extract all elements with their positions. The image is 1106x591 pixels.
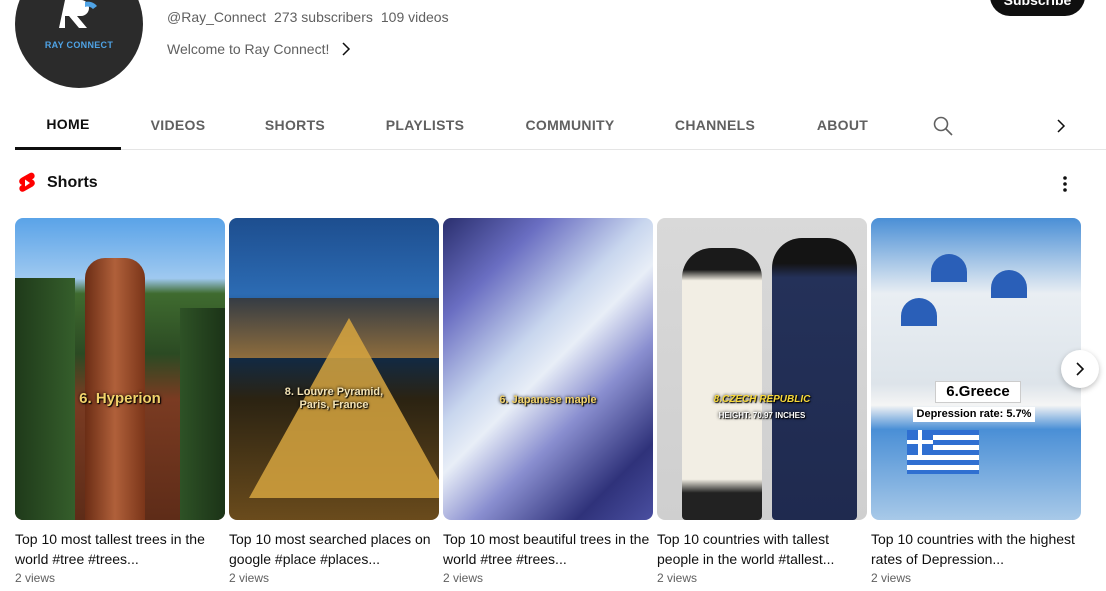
chevron-right-icon bbox=[1076, 362, 1085, 376]
subscribe-button[interactable]: Subscribe bbox=[990, 0, 1085, 16]
short-card[interactable]: 8. Louvre Pyramid, Paris, France Top 10 … bbox=[229, 218, 439, 585]
shorts-logo-icon bbox=[19, 172, 35, 192]
short-views: 2 views bbox=[229, 571, 270, 585]
subscriber-count: 273 subscribers bbox=[274, 9, 373, 25]
tab-home[interactable]: HOME bbox=[15, 100, 121, 150]
tab-shorts[interactable]: SHORTS bbox=[240, 100, 350, 150]
short-thumbnail[interactable]: 6. Hyperion bbox=[15, 218, 225, 520]
channel-avatar[interactable]: RAY CONNECT bbox=[15, 0, 143, 88]
short-title[interactable]: Top 10 most beautiful trees in the world… bbox=[443, 529, 653, 569]
short-title[interactable]: Top 10 most searched places on google #p… bbox=[229, 529, 439, 569]
short-views: 2 views bbox=[443, 571, 484, 585]
shelf-next-button[interactable] bbox=[1061, 350, 1099, 388]
channel-brand-text: RAY CONNECT bbox=[44, 40, 114, 50]
short-title[interactable]: Top 10 countries with the highest rates … bbox=[871, 529, 1081, 569]
search-icon[interactable] bbox=[932, 115, 954, 137]
short-views: 2 views bbox=[15, 571, 56, 585]
tab-videos[interactable]: VIDEOS bbox=[123, 100, 233, 150]
short-card[interactable]: 8.CZECH REPUBLIC HEIGHT: 70.97 INCHES To… bbox=[657, 218, 867, 585]
short-views: 2 views bbox=[657, 571, 698, 585]
tab-about[interactable]: ABOUT bbox=[795, 100, 890, 150]
channel-handle: @Ray_Connect bbox=[167, 9, 267, 25]
thumbnail-caption-secondary: HEIGHT: 70.97 INCHES bbox=[718, 411, 806, 420]
greece-flag bbox=[907, 430, 979, 474]
more-vert-icon[interactable] bbox=[1054, 173, 1076, 195]
short-thumbnail[interactable]: 6.Greece Depression rate: 5.7% bbox=[871, 218, 1081, 520]
channel-tabs: HOME VIDEOS SHORTS PLAYLISTS COMMUNITY C… bbox=[15, 100, 1106, 150]
tab-playlists[interactable]: PLAYLISTS bbox=[365, 100, 485, 150]
thumbnail-caption: 6. Japanese maple bbox=[499, 394, 597, 406]
chevron-right-icon[interactable] bbox=[1050, 115, 1072, 137]
short-card[interactable]: 6. Japanese maple Top 10 most beautiful … bbox=[443, 218, 653, 585]
short-title[interactable]: Top 10 countries with tallest people in … bbox=[657, 529, 867, 569]
short-card[interactable]: 6. Hyperion Top 10 most tallest trees in… bbox=[15, 218, 225, 585]
tab-channels[interactable]: CHANNELS bbox=[660, 100, 770, 150]
short-thumbnail[interactable]: 8.CZECH REPUBLIC HEIGHT: 70.97 INCHES bbox=[657, 218, 867, 520]
thumbnail-caption: 8.CZECH REPUBLIC bbox=[713, 394, 811, 405]
short-card[interactable]: 6.Greece Depression rate: 5.7% Top 10 co… bbox=[871, 218, 1081, 585]
short-views: 2 views bbox=[871, 571, 912, 585]
video-count: 109 videos bbox=[380, 9, 449, 25]
thumbnail-caption: 6. Hyperion bbox=[79, 390, 161, 407]
short-title[interactable]: Top 10 most tallest trees in the world #… bbox=[15, 529, 225, 569]
channel-welcome-text: Welcome to Ray Connect! bbox=[167, 41, 330, 57]
channel-description[interactable]: Welcome to Ray Connect! bbox=[167, 41, 353, 57]
short-thumbnail[interactable]: 6. Japanese maple bbox=[443, 218, 653, 520]
thumbnail-caption: 8. Louvre Pyramid, Paris, France bbox=[284, 386, 384, 411]
thumbnail-caption-secondary: Depression rate: 5.7% bbox=[913, 407, 1035, 422]
short-thumbnail[interactable]: 8. Louvre Pyramid, Paris, France bbox=[229, 218, 439, 520]
chevron-right-icon bbox=[342, 42, 351, 56]
channel-meta: @Ray_Connect 273 subscribers 109 videos bbox=[167, 9, 449, 25]
ray-connect-logo-icon bbox=[59, 0, 97, 28]
thumbnail-caption: 6.Greece bbox=[935, 381, 1021, 403]
shorts-shelf-header: Shorts bbox=[17, 172, 98, 194]
channel-name-cropped bbox=[167, 0, 347, 4]
shorts-shelf-title: Shorts bbox=[47, 174, 98, 191]
tab-community[interactable]: COMMUNITY bbox=[510, 100, 630, 150]
